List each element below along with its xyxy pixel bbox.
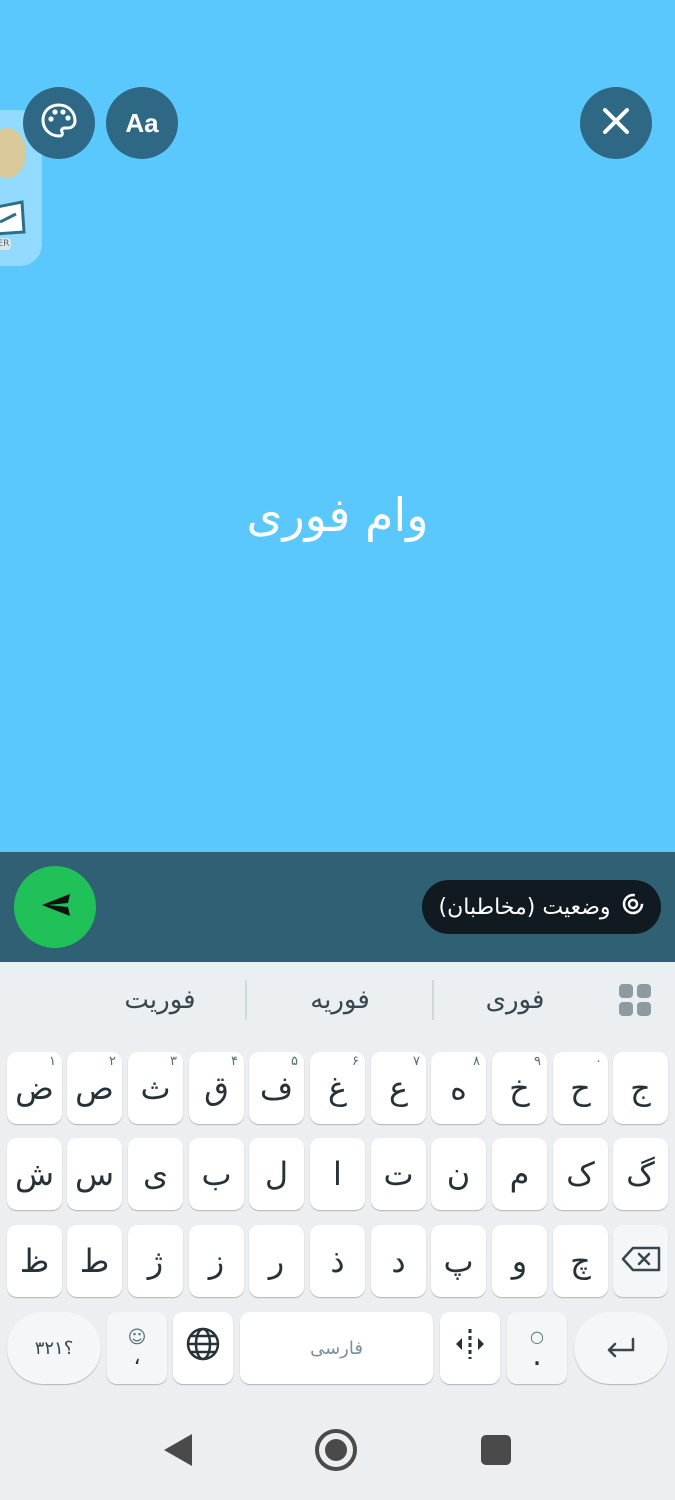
sticker-icon[interactable] bbox=[0, 128, 26, 178]
enter-key[interactable] bbox=[574, 1312, 668, 1384]
audience-selector[interactable]: وضعیت (مخاطبان) bbox=[422, 880, 661, 934]
key[interactable]: ز bbox=[189, 1225, 244, 1297]
space-key[interactable]: فارسی bbox=[240, 1312, 433, 1384]
key[interactable]: ر bbox=[249, 1225, 304, 1297]
key-hint: ٠ bbox=[595, 1054, 602, 1069]
language-key[interactable] bbox=[173, 1312, 233, 1384]
period-key[interactable]: ○ . bbox=[507, 1312, 567, 1384]
enter-icon bbox=[605, 1329, 637, 1367]
numbers-key[interactable]: ؟۳۲۱ bbox=[7, 1312, 101, 1384]
key-hint: ١ bbox=[49, 1054, 56, 1069]
key[interactable]: س bbox=[67, 1138, 122, 1210]
suggestion-divider bbox=[245, 980, 247, 1020]
key[interactable]: غ۶ bbox=[310, 1052, 365, 1124]
key[interactable]: و bbox=[492, 1225, 547, 1297]
status-canvas[interactable] bbox=[0, 0, 675, 852]
cursor-arrows-icon bbox=[452, 1326, 488, 1370]
key[interactable]: خ٩ bbox=[492, 1052, 547, 1124]
key-char: ف bbox=[259, 1069, 294, 1107]
home-nav-icon[interactable] bbox=[314, 1428, 358, 1472]
emoji-key[interactable]: ☺ ، bbox=[107, 1312, 167, 1384]
backspace-icon bbox=[621, 1242, 661, 1280]
status-text[interactable]: وام فوری bbox=[0, 488, 675, 542]
send-button[interactable] bbox=[14, 866, 96, 948]
key[interactable]: ش bbox=[7, 1138, 62, 1210]
key-char: ج bbox=[630, 1069, 651, 1107]
send-icon bbox=[38, 890, 72, 924]
key[interactable]: ی bbox=[128, 1138, 183, 1210]
key[interactable]: ق۴ bbox=[189, 1052, 244, 1124]
color-button[interactable] bbox=[23, 87, 95, 159]
close-icon bbox=[601, 106, 631, 140]
suggestion-3[interactable]: فوریت bbox=[80, 962, 240, 1038]
navigation-bar bbox=[0, 1400, 675, 1500]
globe-icon bbox=[185, 1326, 221, 1370]
key-char: ض bbox=[15, 1069, 54, 1107]
font-button-label: Aa bbox=[125, 107, 159, 138]
key[interactable]: د bbox=[371, 1225, 426, 1297]
suggestion-1[interactable]: فوری bbox=[440, 962, 590, 1038]
key-hint: ٨ bbox=[473, 1054, 480, 1069]
key-char: ح bbox=[570, 1069, 591, 1107]
key-hint: ٩ bbox=[534, 1054, 541, 1069]
key[interactable]: ک bbox=[553, 1138, 608, 1210]
key[interactable]: م bbox=[492, 1138, 547, 1210]
key[interactable]: ژ bbox=[128, 1225, 183, 1297]
key[interactable]: چ bbox=[553, 1225, 608, 1297]
key[interactable]: ه٨ bbox=[431, 1052, 486, 1124]
key[interactable]: ح٠ bbox=[553, 1052, 608, 1124]
key-hint: ۶ bbox=[352, 1054, 359, 1069]
key-hint: ۴ bbox=[231, 1054, 238, 1069]
key[interactable]: ذ bbox=[310, 1225, 365, 1297]
cursor-key[interactable] bbox=[440, 1312, 500, 1384]
key[interactable]: ص٢ bbox=[67, 1052, 122, 1124]
key[interactable]: ع٧ bbox=[371, 1052, 426, 1124]
comma-char: ، bbox=[133, 1345, 141, 1370]
key[interactable]: ن bbox=[431, 1138, 486, 1210]
close-button[interactable] bbox=[580, 87, 652, 159]
status-icon bbox=[621, 892, 645, 922]
numbers-label: ؟۳۲۱ bbox=[34, 1337, 74, 1359]
key[interactable]: ف۵ bbox=[249, 1052, 304, 1124]
key-char: ص bbox=[75, 1069, 114, 1107]
key[interactable]: ج bbox=[613, 1052, 668, 1124]
key[interactable]: ط bbox=[67, 1225, 122, 1297]
period-char: . bbox=[532, 1338, 542, 1373]
key-hint: ٣ bbox=[170, 1054, 177, 1069]
key[interactable]: گ bbox=[613, 1138, 668, 1210]
key[interactable]: ث٣ bbox=[128, 1052, 183, 1124]
back-nav-icon[interactable] bbox=[160, 1430, 196, 1470]
keyboard-menu-icon[interactable] bbox=[617, 982, 653, 1018]
palette-icon bbox=[40, 102, 78, 144]
key[interactable]: ض١ bbox=[7, 1052, 62, 1124]
recents-nav-icon[interactable] bbox=[480, 1434, 512, 1466]
key-hint: ٧ bbox=[413, 1054, 420, 1069]
key[interactable]: ت bbox=[371, 1138, 426, 1210]
key[interactable]: ظ bbox=[7, 1225, 62, 1297]
key[interactable]: ا bbox=[310, 1138, 365, 1210]
suggestion-2[interactable]: فوریه bbox=[260, 962, 420, 1038]
key-hint: ٢ bbox=[109, 1054, 116, 1069]
app-icon[interactable]: PER bbox=[0, 198, 28, 250]
audience-label: وضعیت (مخاطبان) bbox=[438, 894, 611, 920]
key-hint: ۵ bbox=[291, 1054, 298, 1069]
suggestion-bar: فوری فوریه فوریت bbox=[0, 962, 675, 1038]
key-char: ع bbox=[388, 1069, 409, 1107]
key-char: ث bbox=[140, 1069, 171, 1107]
suggestion-divider bbox=[432, 980, 434, 1020]
key-char: غ bbox=[327, 1069, 348, 1107]
key[interactable]: پ bbox=[431, 1225, 486, 1297]
key[interactable]: ب bbox=[189, 1138, 244, 1210]
space-label: فارسی bbox=[310, 1337, 363, 1359]
key-char: خ bbox=[509, 1069, 530, 1107]
key[interactable]: ل bbox=[249, 1138, 304, 1210]
side-tray-label: PER bbox=[0, 238, 12, 250]
key-char: ق bbox=[204, 1069, 229, 1107]
font-button[interactable]: Aa bbox=[106, 87, 178, 159]
backspace-key[interactable] bbox=[613, 1225, 668, 1297]
key-char: ه bbox=[450, 1069, 467, 1107]
